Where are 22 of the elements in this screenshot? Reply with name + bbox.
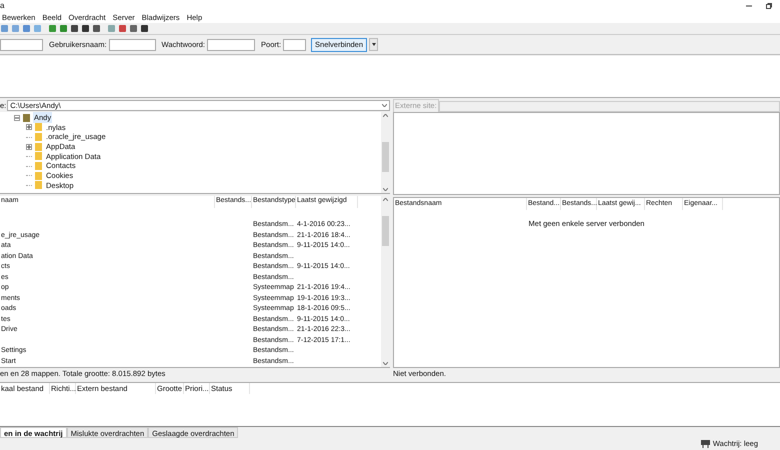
scrollbar[interactable] — [381, 112, 390, 193]
collapse-icon[interactable] — [14, 114, 20, 121]
minimize-icon[interactable] — [746, 3, 752, 9]
server-icon — [700, 440, 710, 448]
input-field[interactable] — [283, 38, 306, 50]
scroll-up-icon[interactable] — [383, 198, 388, 201]
caret-icon — [372, 43, 376, 46]
input-field[interactable] — [108, 38, 156, 50]
window-title: a — [0, 0, 4, 12]
scrollbar[interactable] — [381, 196, 390, 368]
expand-icon[interactable] — [26, 144, 32, 150]
scroll-down-icon[interactable] — [383, 362, 388, 366]
scroll-down-icon[interactable] — [383, 188, 388, 191]
scrollbar-thumb[interactable] — [382, 142, 389, 172]
host-field[interactable] — [0, 38, 43, 50]
dropdown-button[interactable] — [369, 38, 378, 51]
input-field[interactable] — [207, 38, 256, 50]
expand-icon[interactable] — [26, 124, 32, 130]
scrollbar-thumb[interactable] — [382, 216, 389, 246]
dropdown-icon[interactable] — [382, 104, 387, 108]
scroll-up-icon[interactable] — [383, 114, 388, 117]
restore-icon[interactable] — [766, 3, 772, 9]
